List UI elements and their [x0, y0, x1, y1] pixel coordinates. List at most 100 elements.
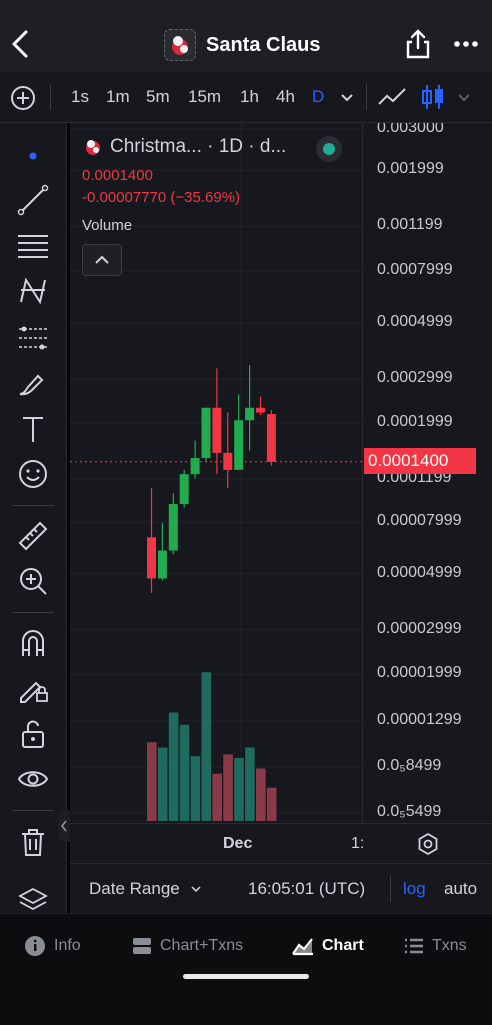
interval-1m[interactable]: 1m [106, 87, 130, 107]
volume-bar [266, 787, 277, 821]
tab-label: Txns [432, 937, 467, 954]
tab-info[interactable]: Info [24, 934, 81, 958]
more-options-icon[interactable] [452, 34, 480, 54]
dot-cursor-icon[interactable] [16, 139, 50, 173]
volume-bar [212, 773, 222, 821]
current-price-badge: 0.0001400 [364, 448, 476, 474]
candle-body [201, 407, 211, 458]
tab-txns[interactable]: Txns [404, 934, 467, 958]
candle-body [168, 504, 178, 551]
chevron-down-icon[interactable] [457, 91, 471, 103]
zoom-in-icon[interactable] [16, 564, 50, 598]
chevron-down-icon[interactable] [190, 884, 202, 894]
toolbar-divider [366, 84, 367, 110]
chevron-up-icon [95, 255, 109, 264]
lock-drawing-icon[interactable] [16, 671, 50, 705]
symbol-label[interactable]: Christma... · 1D · d... [110, 136, 286, 158]
text-tool-icon[interactable] [16, 412, 50, 446]
title-group: Santa Claus [164, 28, 320, 62]
legend-change: -0.00007770 (−35.69%) [82, 189, 241, 206]
auto-scale-toggle[interactable]: auto [444, 879, 477, 899]
price-tick-label: 0.001199 [377, 216, 443, 233]
tool-divider [12, 612, 54, 613]
home-indicator [183, 974, 309, 979]
info-icon [25, 936, 45, 956]
interval-1h[interactable]: 1h [240, 87, 259, 107]
tab-chart-txns[interactable]: Chart+Txns [132, 934, 243, 958]
time-axis[interactable]: Dec 1: [70, 823, 492, 864]
token-logo-icon [164, 29, 196, 61]
prediction-icon[interactable] [16, 321, 50, 355]
volume-bars [147, 672, 277, 821]
time-label-dec: Dec [223, 835, 253, 852]
line-chart-type-icon[interactable] [377, 84, 409, 110]
trash-icon[interactable] [16, 825, 50, 859]
candle-body [212, 407, 222, 453]
volume-bar [234, 758, 244, 821]
market-status[interactable] [316, 136, 342, 162]
bottom-tab-bar: Info Chart+Txns Chart Txns [0, 913, 492, 1025]
candle-body [179, 474, 189, 505]
chevron-left-icon [61, 820, 67, 832]
fib-retracement-icon[interactable] [16, 229, 50, 263]
split-view-icon [133, 938, 151, 954]
price-tick-label: 0.00007999 [377, 512, 462, 529]
tab-label: Chart [322, 937, 364, 954]
unlock-icon[interactable] [16, 717, 50, 751]
volume-bar [168, 712, 179, 821]
interval-1s[interactable]: 1s [71, 87, 89, 107]
token-logo-icon [86, 140, 100, 155]
status-dot-icon [323, 143, 335, 155]
price-tick-label: 0.0₅8499 [377, 757, 442, 774]
interval-d[interactable]: D [312, 87, 324, 107]
tab-chart[interactable]: Chart [292, 934, 364, 958]
trend-line-icon[interactable] [16, 183, 50, 217]
price-tick-label: 0.00001299 [377, 711, 462, 728]
log-scale-toggle[interactable]: log [403, 879, 426, 899]
back-icon[interactable] [8, 26, 32, 62]
chart-icon [292, 938, 313, 956]
header-bar: Santa Claus [0, 0, 492, 72]
toolbar-divider [50, 84, 51, 110]
interval-15m[interactable]: 15m [188, 87, 221, 107]
layers-icon[interactable] [16, 883, 50, 917]
volume-bar [157, 747, 168, 821]
volume-bar [223, 754, 233, 821]
candle-body [245, 407, 255, 421]
price-tick-label: 0.003000 [377, 123, 444, 136]
settings-icon[interactable] [416, 832, 440, 856]
magnet-icon[interactable] [16, 626, 50, 660]
tool-divider [12, 810, 54, 811]
price-tick-label: 0.0004999 [377, 313, 453, 330]
list-icon [405, 938, 423, 954]
collapse-toolbar-handle[interactable] [58, 810, 70, 842]
chart-pane[interactable]: Christma... · 1D · d... 0.0001400 -0.000… [70, 123, 362, 823]
chevron-down-icon[interactable] [340, 91, 354, 103]
emoji-icon[interactable] [16, 457, 50, 491]
legend-price: 0.0001400 [82, 167, 153, 184]
visibility-icon[interactable] [16, 762, 50, 796]
price-tick-label: 0.0₅5499 [377, 803, 442, 820]
brush-icon[interactable] [16, 366, 50, 400]
interval-5m[interactable]: 5m [146, 87, 170, 107]
add-indicator-icon[interactable] [10, 85, 36, 111]
candle-body [147, 537, 156, 579]
interval-4h[interactable]: 4h [276, 87, 295, 107]
date-range-button[interactable]: Date Range [89, 879, 180, 899]
volume-bar [201, 672, 212, 821]
legend-header: Christma... · 1D · d... [82, 136, 286, 158]
volume-bar [190, 756, 201, 821]
ruler-icon[interactable] [16, 519, 50, 553]
share-icon[interactable] [404, 28, 432, 60]
collapse-legend-button[interactable] [82, 244, 122, 276]
candles-chart-type-icon[interactable] [420, 82, 446, 112]
volume-bar [147, 742, 157, 821]
candle-body [256, 407, 265, 413]
volume-bar [245, 747, 255, 821]
page-title: Santa Claus [206, 33, 321, 56]
utc-clock[interactable]: 16:05:01 (UTC) [248, 879, 365, 899]
price-tick-label: 0.0001999 [377, 413, 453, 430]
pattern-icon[interactable] [16, 274, 50, 308]
candle-body [190, 457, 200, 475]
price-tick-label: 0.00001999 [377, 664, 462, 681]
